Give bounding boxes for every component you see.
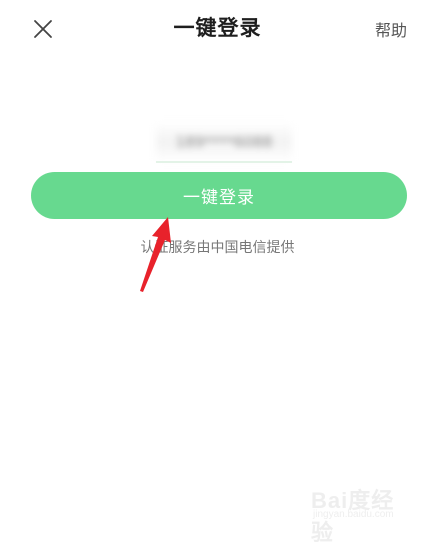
phone-underline [156,161,292,163]
watermark-url: jingyan.baidu.com [313,509,394,520]
one-click-login-button[interactable]: 一键登录 [31,172,407,219]
baidu-jingyan-watermark: Bai度经验 jingyan.baidu.com [311,483,411,545]
header-bar: 一键登录 帮助 [0,0,435,56]
page-title: 一键登录 [173,16,262,40]
provider-note: 认证服务由中国电信提供 [140,240,295,256]
annotation-arrow-icon [140,217,171,292]
help-link[interactable]: 帮助 [375,17,407,41]
masked-phone-number: 189****6088 [156,122,292,162]
